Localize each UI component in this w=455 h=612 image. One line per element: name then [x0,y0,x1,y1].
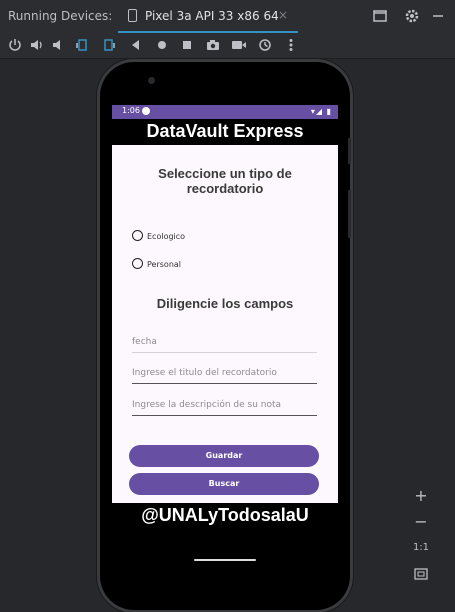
snapshot-icon[interactable] [257,37,273,53]
emulator-toolbar [0,33,455,59]
front-camera [148,77,155,84]
volume-down-icon[interactable] [51,37,67,53]
device-screen: 1:06 ▾◢ ▮ DataVault Express Seleccione u… [112,105,338,503]
heading-line: recordatorio [186,181,264,196]
device-tab[interactable]: Pixel 3a API 33 x86 64 × [118,0,298,33]
radio-label-ecologico: Ecologico [147,232,186,241]
search-button[interactable]: Buscar [129,473,319,495]
rotate-left-icon[interactable] [74,37,90,53]
date-field[interactable]: fecha [132,336,317,353]
back-icon[interactable] [128,37,144,53]
gear-icon[interactable] [404,8,420,24]
zoom-in-button[interactable]: + [406,484,436,508]
description-field-placeholder: Ingrese la descripción de su nota [132,400,282,410]
maximize-icon[interactable] [372,8,388,24]
heading-line: Seleccione un tipo de [158,166,292,181]
title-field-placeholder: Ingrese el titulo del recordatorio [132,368,277,378]
app-content: Seleccione un tipo de recordatorio Ecolo… [112,145,338,503]
radio-personal[interactable] [132,258,143,269]
app-bar: DataVault Express [112,119,338,145]
radio-ecologico[interactable] [132,230,143,241]
save-button[interactable]: Guardar [129,445,319,467]
screenshot-icon[interactable] [205,37,221,53]
device-icon [128,9,137,22]
status-bar: 1:06 ▾◢ ▮ [112,105,338,119]
zoom-actual-size-button[interactable]: 1:1 [406,536,436,560]
tool-window-header: Running Devices: Pixel 3a API 33 x86 64 … [0,0,455,34]
fit-screen-icon[interactable] [406,562,436,586]
reminder-type-heading: Seleccione un tipo de recordatorio [112,166,338,196]
date-field-placeholder: fecha [132,337,157,347]
zoom-controls: + − 1:1 [406,484,436,592]
status-time: 1:06 [122,106,140,115]
overview-icon[interactable] [179,37,195,53]
description-field[interactable]: Ingrese la descripción de su nota [132,399,317,416]
rotate-right-icon[interactable] [101,37,117,53]
screen-record-icon[interactable] [231,37,247,53]
zoom-out-button[interactable]: − [406,510,436,534]
side-button [348,190,351,238]
status-icons: ▾◢ ▮ [310,107,332,116]
gesture-handle[interactable] [194,559,256,561]
close-icon[interactable]: × [278,8,288,22]
title-field[interactable]: Ingrese el titulo del recordatorio [132,367,317,384]
home-icon[interactable] [154,37,170,53]
more-icon[interactable] [283,37,299,53]
volume-up-icon[interactable] [29,37,45,53]
fields-heading: Diligencie los campos [156,296,294,311]
device-tab-label: Pixel 3a API 33 x86 64 [145,9,279,23]
side-button [348,138,351,164]
notification-icon [142,107,150,115]
power-icon[interactable] [7,37,23,53]
watermark-text: @UNALyTodosalaU [141,505,309,525]
radio-label-personal: Personal [147,260,182,269]
app-title: DataVault Express [146,121,304,141]
minimize-icon[interactable] [430,8,446,24]
tool-window-title: Running Devices: [8,9,113,23]
